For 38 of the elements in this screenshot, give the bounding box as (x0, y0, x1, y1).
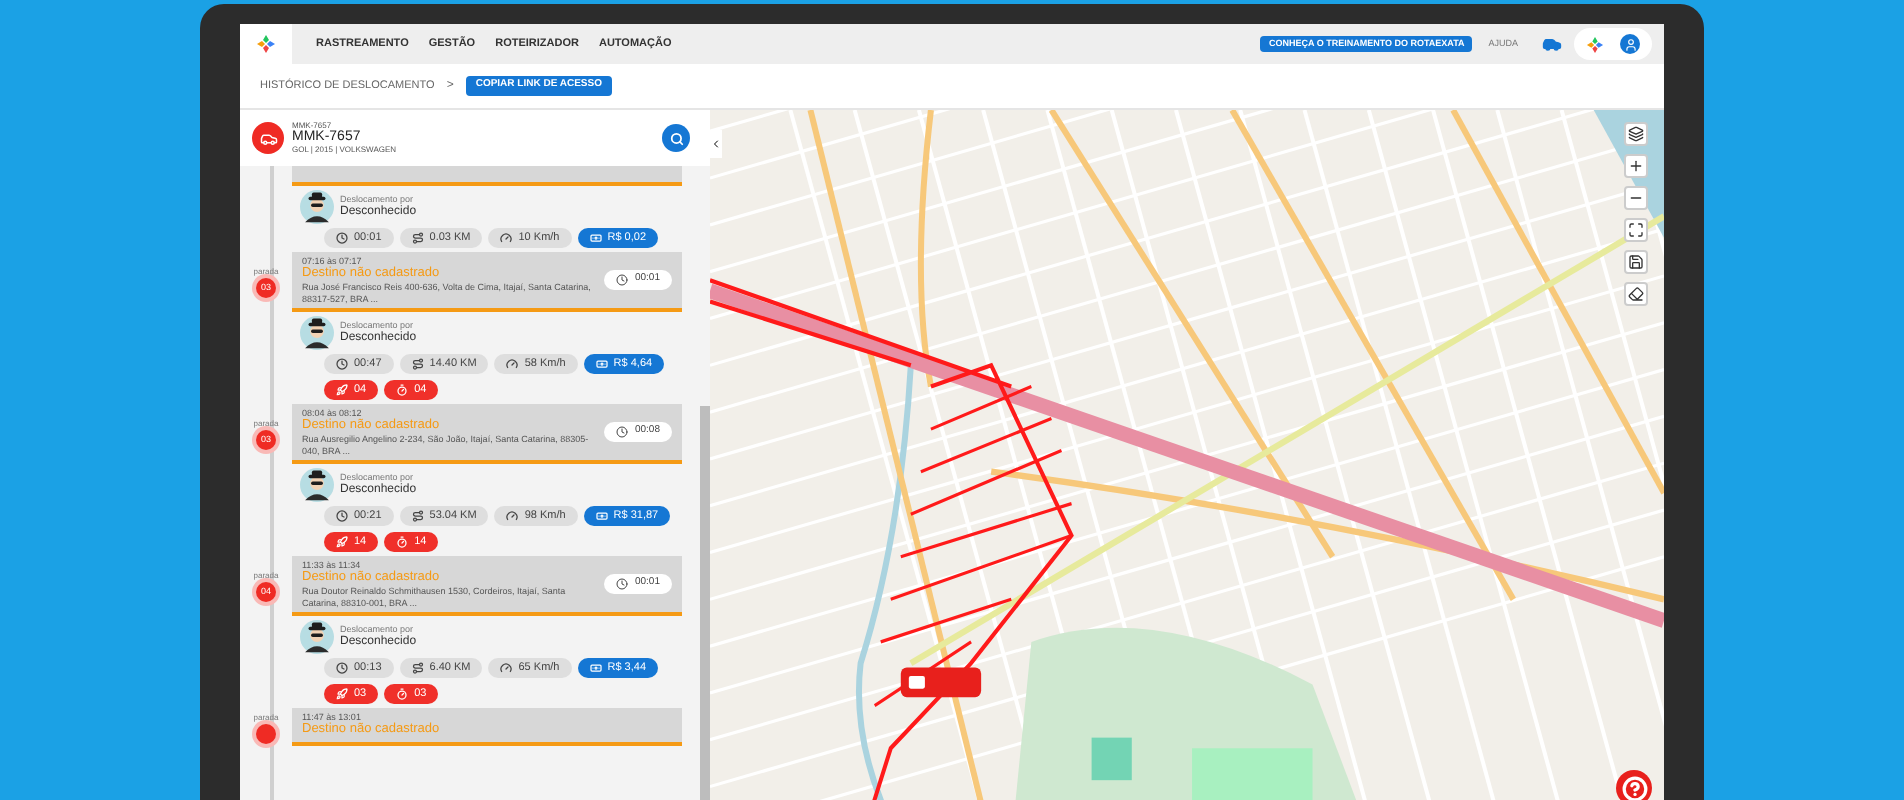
car-icon (259, 129, 277, 147)
timer-icon (396, 535, 409, 548)
banknote-icon (595, 357, 608, 370)
clock-icon (616, 577, 629, 590)
route-icon (411, 232, 424, 244)
clock-icon (336, 509, 348, 522)
clock-icon (336, 232, 348, 244)
driver-avatar-icon (300, 190, 334, 224)
timer-icon (396, 687, 409, 700)
chevron-left-icon[interactable] (710, 138, 722, 150)
driver-avatar-icon (300, 315, 334, 350)
search-icon[interactable] (669, 131, 683, 145)
clock-icon (616, 425, 629, 438)
banknote-icon (589, 661, 602, 674)
car-icon[interactable] (1542, 34, 1562, 54)
route-icon (411, 357, 424, 370)
stop-number-badge (256, 723, 276, 743)
rocket-icon (336, 687, 348, 700)
clock-icon (336, 357, 348, 370)
gauge-icon (500, 232, 513, 244)
logo-icon (256, 34, 276, 54)
banknote-icon (589, 232, 602, 244)
rocket-icon (336, 535, 348, 548)
clock-icon (616, 273, 629, 286)
logo-icon (1586, 35, 1604, 53)
route-icon (411, 509, 424, 522)
driver-avatar-icon (300, 467, 334, 502)
driver-avatar-icon (300, 619, 334, 654)
gauge-icon (500, 661, 513, 674)
route-icon (411, 661, 424, 674)
gauge-icon (506, 509, 519, 522)
rocket-icon (336, 383, 348, 396)
banknote-icon (595, 509, 608, 522)
gauge-icon (506, 357, 519, 370)
collapse-handle[interactable] (710, 130, 722, 158)
clock-icon (336, 661, 348, 674)
timer-icon (396, 383, 409, 396)
search-button[interactable] (662, 124, 690, 152)
